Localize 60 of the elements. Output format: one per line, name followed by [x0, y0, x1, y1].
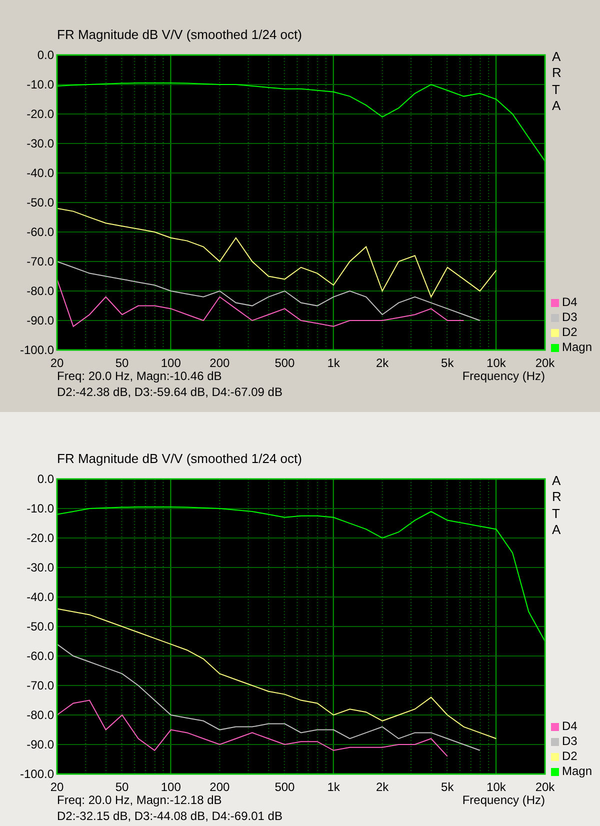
readout-text: Freq: 20.0 Hz, Magn:-12.18 dB: [57, 792, 223, 808]
x-axis-title: Frequency (Hz): [462, 792, 545, 809]
x-tick-label: 5k: [441, 780, 454, 794]
y-tick-label: -90.0: [26, 738, 54, 752]
y-tick-label: -50.0: [26, 620, 54, 634]
x-tick-label: 10k: [486, 356, 506, 370]
readout-text: D2:-42.38 dB, D3:-59.64 dB, D4:-67.09 dB: [57, 384, 282, 400]
legend-label: D4: [562, 295, 578, 310]
y-tick-label: -30.0: [26, 136, 54, 150]
x-tick-label: 100: [160, 356, 181, 370]
x-tick-label: 2k: [376, 356, 389, 370]
legend-label: D3: [562, 310, 578, 325]
x-tick-label: 200: [210, 356, 230, 370]
x-tick-label: 20: [50, 780, 64, 794]
readout-text: Freq: 20.0 Hz, Magn:-10.46 dB: [57, 368, 223, 384]
x-tick-label: 100: [160, 780, 181, 794]
y-tick-label: -100.0: [20, 767, 54, 781]
y-tick-label: -60.0: [26, 225, 54, 239]
chart-title: FR Magnitude dB V/V (smoothed 1/24 oct): [56, 450, 303, 468]
readout-text: D2:-32.15 dB, D3:-44.08 dB, D4:-69.01 dB: [57, 808, 282, 824]
x-tick-label: 5k: [441, 356, 454, 370]
x-tick-label: 2k: [376, 780, 389, 794]
y-tick-label: -10.0: [26, 502, 54, 516]
x-tick-label: 1k: [327, 780, 340, 794]
x-tick-label: 50: [115, 356, 129, 370]
x-tick-label: 20: [50, 356, 64, 370]
y-tick-label: 0.0: [37, 472, 54, 486]
y-tick-label: 0.0: [37, 48, 54, 62]
y-tick-label: -60.0: [26, 649, 54, 663]
y-tick-label: -10.0: [26, 78, 54, 92]
legend-label: D2: [562, 325, 578, 340]
x-tick-label: 10k: [486, 780, 506, 794]
y-tick-label: -20.0: [26, 107, 54, 121]
legend-label: Magn: [562, 764, 592, 779]
x-tick-label: 500: [274, 780, 295, 794]
y-tick-label: -30.0: [26, 560, 54, 574]
chart-title: FR Magnitude dB V/V (smoothed 1/24 oct): [56, 26, 303, 44]
legend-label: Magn: [562, 340, 592, 355]
legend-label: D2: [562, 749, 578, 764]
y-tick-label: -70.0: [26, 678, 54, 692]
y-tick-label: -20.0: [26, 531, 54, 545]
x-tick-label: 200: [210, 780, 230, 794]
logo-text: ARTA: [551, 473, 562, 538]
y-tick-label: -40.0: [26, 590, 54, 604]
y-tick-label: -50.0: [26, 196, 54, 210]
legend-label: D4: [562, 719, 578, 734]
y-tick-label: -90.0: [26, 314, 54, 328]
y-tick-label: -40.0: [26, 166, 54, 180]
x-tick-label: 1k: [327, 356, 340, 370]
x-tick-label: 20k: [535, 356, 555, 370]
logo-text: ARTA: [551, 49, 562, 114]
y-tick-label: -70.0: [26, 254, 54, 268]
x-tick-label: 20k: [535, 780, 555, 794]
legend-label: D3: [562, 734, 578, 749]
x-axis-title: Frequency (Hz): [462, 368, 545, 385]
x-tick-label: 500: [274, 356, 295, 370]
x-tick-label: 50: [115, 780, 129, 794]
y-tick-label: -80.0: [26, 284, 54, 298]
y-tick-label: -100.0: [20, 343, 54, 357]
y-tick-label: -80.0: [26, 708, 54, 722]
